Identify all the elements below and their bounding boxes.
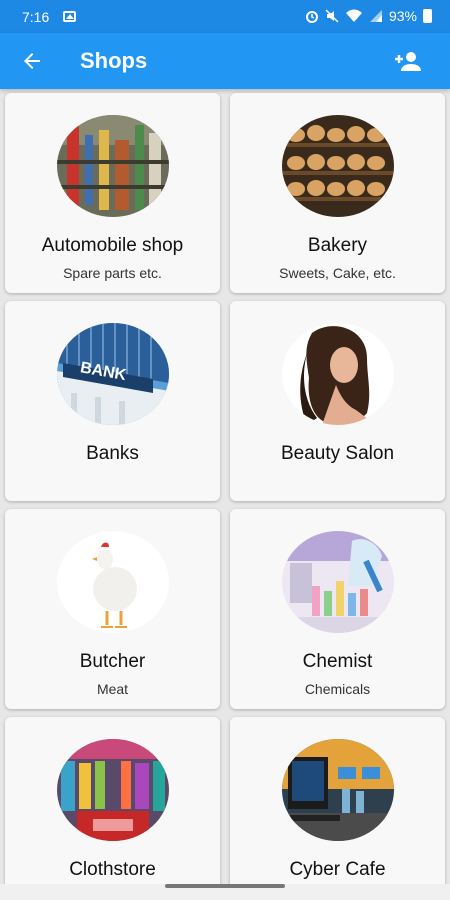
shop-name: Banks	[86, 443, 139, 464]
woman-hair-image	[282, 323, 394, 425]
mute-icon	[325, 9, 339, 23]
status-icons: 93%	[305, 8, 432, 24]
shop-subtitle: Spare parts etc.	[63, 265, 162, 281]
shop-card-automobile[interactable]: Automobile shop Spare parts etc.	[5, 93, 220, 293]
shop-card-butcher[interactable]: Butcher Meat	[5, 509, 220, 709]
shop-subtitle: Sweets, Cake, etc.	[279, 265, 396, 281]
status-time: 7:16	[22, 9, 50, 25]
shop-card-banks[interactable]: BANK Banks	[5, 301, 220, 501]
shop-card-clothstore[interactable]: Clothstore	[5, 717, 220, 900]
clothing-store-image	[57, 739, 169, 841]
computers-image	[282, 739, 394, 841]
battery-icon	[423, 9, 432, 23]
chicken-image	[57, 531, 169, 633]
auto-parts-image	[57, 115, 169, 217]
shop-card-beauty-salon[interactable]: Beauty Salon	[230, 301, 445, 501]
shop-name: Beauty Salon	[280, 443, 395, 464]
shop-name: Chemist	[302, 651, 373, 672]
bank-building-image: BANK	[57, 323, 169, 425]
shop-subtitle: Chemicals	[304, 681, 371, 697]
shop-card-cyber-cafe[interactable]: Cyber Cafe	[230, 717, 445, 900]
alarm-icon	[305, 11, 318, 23]
page-title: Shops	[80, 48, 148, 73]
bread-shelves-image	[282, 115, 394, 217]
signal-icon	[369, 10, 382, 22]
battery-percent: 93%	[388, 8, 417, 24]
wifi-icon	[345, 9, 362, 22]
gallery-notification-icon	[63, 11, 76, 22]
back-arrow-icon[interactable]	[20, 49, 44, 73]
shop-subtitle: Meat	[96, 681, 129, 697]
home-gesture-handle[interactable]	[165, 884, 285, 888]
shop-card-chemist[interactable]: Chemist Chemicals	[230, 509, 445, 709]
shop-name: Automobile shop	[41, 235, 184, 256]
shop-name: Butcher	[79, 651, 146, 672]
shop-name: Bakery	[307, 235, 368, 256]
app-bar: Shops	[0, 33, 450, 89]
shop-name: Cyber Cafe	[289, 859, 386, 880]
shop-grid: Automobile shop Spare parts etc. Bakery …	[5, 93, 445, 900]
lab-flasks-image	[282, 531, 394, 633]
status-bar: 7:16 93%	[0, 0, 450, 33]
add-person-icon[interactable]	[394, 49, 422, 73]
shop-card-bakery[interactable]: Bakery Sweets, Cake, etc.	[230, 93, 445, 293]
shop-name: Clothstore	[69, 859, 156, 880]
